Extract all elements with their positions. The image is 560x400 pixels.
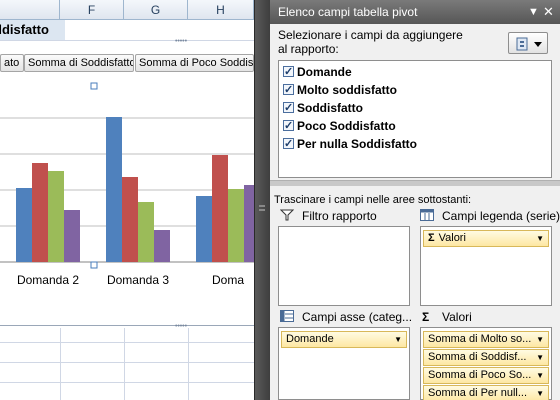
areas-section: Trascinare i campi nelle aree sottostant… — [270, 186, 560, 400]
category-label: Doma — [212, 273, 244, 287]
pivot-chart-title-cell[interactable]: ddisfatto — [0, 20, 65, 40]
bar-series-3-domanda-3[interactable] — [138, 202, 154, 262]
pane-header: Elenco campi tabella pivot — [270, 0, 560, 24]
category-label: Domanda 3 — [107, 273, 169, 287]
checkbox[interactable] — [283, 63, 294, 81]
legend-drop-area[interactable]: Σ Valori ▼ — [420, 226, 552, 306]
sigma-icon: Σ — [428, 232, 435, 244]
pivot-field-list-pane: Elenco campi tabella pivot ▼ ✕ Seleziona… — [270, 0, 560, 400]
values-area-label: Valori — [442, 310, 472, 324]
row-gridline — [0, 382, 254, 383]
field-label: Domande — [297, 65, 352, 79]
spreadsheet-area[interactable]: F G H ddisfatto • • • • • ato Somma di S… — [0, 0, 254, 400]
bar-series-1-domanda-2[interactable] — [16, 188, 32, 262]
axis-drop-area[interactable]: Domande ▼ — [278, 327, 410, 400]
column-gridline — [124, 328, 125, 400]
category-label: Domanda 2 — [17, 273, 79, 287]
close-icon[interactable]: ✕ — [543, 0, 554, 24]
field-list[interactable]: Domande Molto soddisfatto Soddisfatto Po… — [278, 60, 552, 178]
dropdown-arrow-icon[interactable]: ▼ — [394, 332, 402, 347]
sigma-icon: Σ — [422, 310, 430, 324]
legend-field-pill[interactable]: Σ Valori ▼ — [423, 230, 549, 247]
chart-field-button-poco-soddisfatto[interactable]: Somma di Poco Soddisfa — [135, 54, 254, 72]
bar-chart[interactable]: Domanda 2 Domanda 3 Doma — [0, 80, 254, 325]
field-section: Selezionare i campi da aggiungere al rap… — [270, 24, 560, 180]
bar-series-2-domanda-4[interactable] — [212, 155, 228, 262]
checkbox[interactable] — [283, 81, 294, 99]
pill-label: Somma di Molto so... — [428, 333, 532, 345]
dropdown-icon[interactable]: ▼ — [528, 0, 539, 24]
field-label: Per nulla Soddisfatto — [297, 137, 418, 151]
bar-series-4-domanda-3[interactable] — [154, 230, 170, 262]
filter-icon — [280, 209, 294, 221]
layout-button[interactable] — [508, 32, 548, 54]
resize-handle[interactable]: • • • • • — [175, 323, 187, 330]
field-item-poco-soddisfatto[interactable]: Poco Soddisfatto — [279, 117, 551, 135]
column-header-f[interactable]: F — [60, 0, 124, 20]
pill-label: Somma di Poco So... — [428, 369, 532, 381]
legend-fields-icon — [420, 209, 434, 221]
field-label: Soddisfatto — [297, 101, 363, 115]
checkbox[interactable] — [283, 117, 294, 135]
checkbox[interactable] — [283, 135, 294, 153]
values-field-pill[interactable]: Somma di Poco So... ▼ — [423, 367, 549, 384]
bar-series-3-domanda-2[interactable] — [48, 171, 64, 262]
row-gridline — [0, 342, 254, 343]
pill-label: Domande — [286, 333, 334, 345]
select-fields-label: Selezionare i campi da aggiungere al rap… — [278, 28, 463, 56]
field-item-per-nulla-soddisfatto[interactable]: Per nulla Soddisfatto — [279, 135, 551, 153]
selection-handle — [90, 261, 98, 269]
filter-area-label: Filtro rapporto — [302, 209, 377, 223]
values-field-pill[interactable]: Somma di Molto so... ▼ — [423, 331, 549, 348]
title-text: ddisfatto — [0, 22, 49, 37]
bar-series-1-domanda-3[interactable] — [106, 117, 122, 262]
axis-field-pill[interactable]: Domande ▼ — [281, 331, 407, 348]
legend-area-label: Campi legenda (serie) — [442, 209, 560, 223]
values-field-pill[interactable]: Somma di Per null... ▼ — [423, 385, 549, 400]
dropdown-arrow-icon[interactable]: ▼ — [536, 332, 544, 347]
column-header-h[interactable]: H — [188, 0, 254, 20]
layout-icon — [516, 37, 542, 51]
resize-handle[interactable]: • • • • • — [175, 38, 187, 45]
field-label: Poco Soddisfatto — [297, 119, 396, 133]
bar-series-2-domanda-3[interactable] — [122, 177, 138, 262]
bar-series-1-domanda-4[interactable] — [196, 196, 212, 262]
column-gridline — [188, 328, 189, 400]
values-drop-area[interactable]: Somma di Molto so... ▼ Somma di Soddisf..… — [420, 327, 552, 400]
column-gridline — [60, 328, 61, 400]
dropdown-arrow-icon[interactable]: ▼ — [536, 368, 544, 383]
pill-label: Somma di Soddisf... — [428, 351, 527, 363]
field-item-domande[interactable]: Domande — [279, 63, 551, 81]
drag-fields-label: Trascinare i campi nelle aree sottostant… — [274, 194, 472, 206]
field-label: Molto soddisfatto — [297, 83, 397, 97]
bar-series-4-domanda-2[interactable] — [64, 210, 80, 262]
column-header-g[interactable]: G — [124, 0, 188, 20]
dropdown-arrow-icon[interactable]: ▼ — [536, 350, 544, 365]
field-item-soddisfatto[interactable]: Soddisfatto — [279, 99, 551, 117]
pill-label: Somma di Per null... — [428, 387, 528, 399]
axis-fields-icon — [280, 310, 294, 322]
row-gridline — [0, 362, 254, 363]
pane-title: Elenco campi tabella pivot — [278, 5, 418, 19]
pill-label: Valori — [438, 232, 466, 244]
axis-area-label: Campi asse (categ... — [302, 310, 413, 324]
values-field-pill[interactable]: Somma di Soddisf... ▼ — [423, 349, 549, 366]
bar-series-4-domanda-4[interactable] — [244, 185, 254, 262]
bar-series-3-domanda-4[interactable] — [228, 189, 244, 262]
dropdown-arrow-icon[interactable]: ▼ — [536, 231, 544, 246]
column-header-e[interactable] — [0, 0, 60, 20]
chart-field-button-soddisfatto[interactable]: Somma di Soddisfatto — [24, 54, 134, 72]
pane-splitter[interactable] — [254, 0, 270, 400]
field-item-molto-soddisfatto[interactable]: Molto soddisfatto — [279, 81, 551, 99]
bar-series-2-domanda-2[interactable] — [32, 163, 48, 262]
checkbox[interactable] — [283, 99, 294, 117]
dropdown-arrow-icon[interactable]: ▼ — [536, 386, 544, 400]
selection-handle — [90, 82, 98, 90]
filter-drop-area[interactable] — [278, 226, 410, 306]
chart-field-button-1[interactable]: ato — [0, 54, 24, 72]
row-gridline — [0, 40, 254, 41]
